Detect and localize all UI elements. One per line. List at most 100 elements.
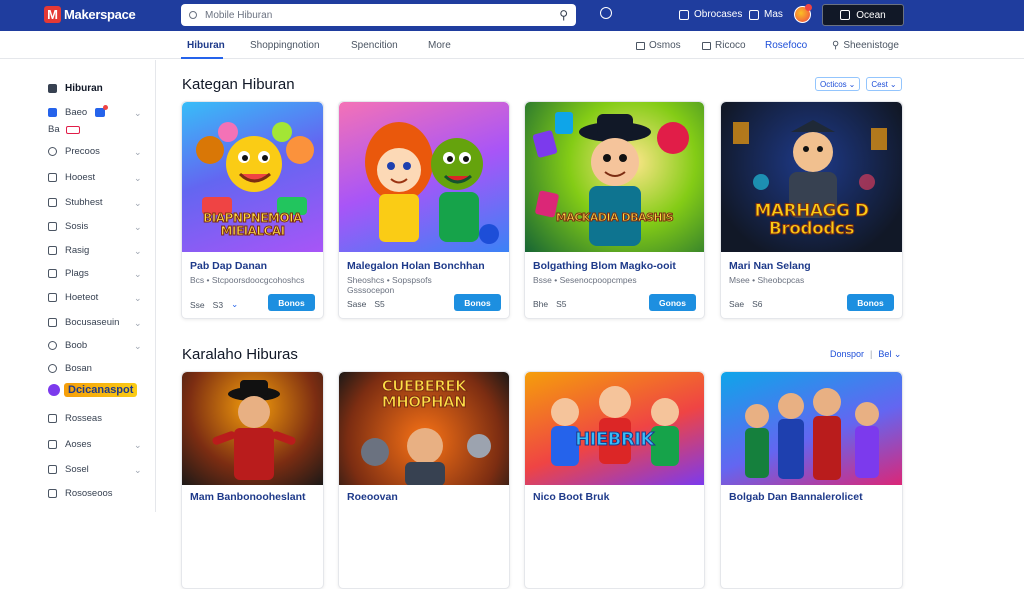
chevron-down-icon[interactable]: ⌄ — [134, 318, 142, 329]
calendar-icon — [48, 293, 57, 302]
sidebar-item-aoses[interactable]: Aoses — [48, 439, 91, 450]
sidebar-item-sosel[interactable]: Sosel — [48, 464, 89, 475]
product-card[interactable]: CUEBEREK MHOPHAN Roeoovan — [338, 371, 510, 589]
subnav-osmos[interactable]: Osmos — [636, 40, 681, 51]
subnav-rosefoco[interactable]: Rosefoco — [765, 40, 807, 51]
sidebar-item-label: Baeo — [65, 107, 88, 118]
product-thumbnail[interactable]: CUEBEREK MHOPHAN — [339, 372, 509, 485]
product-title[interactable]: Pab Dap Danan — [190, 260, 267, 272]
home-icon — [48, 84, 57, 93]
product-card[interactable]: HIEBRIK Nico Boot Bruk — [524, 371, 705, 589]
product-title[interactable]: Mari Nan Selang — [729, 260, 811, 272]
chevron-down-icon[interactable]: ⌄ — [134, 173, 142, 184]
chevron-down-icon[interactable]: ⌄ — [134, 341, 142, 352]
product-title[interactable]: Roeoovan — [347, 491, 398, 503]
app-logo[interactable]: M Makerspace — [44, 6, 136, 23]
sidebar-item-rasig[interactable]: Rasig — [48, 245, 89, 256]
subnav-rosefoco-label: Rosefoco — [765, 40, 808, 51]
subnav-sheenistoge[interactable]: ⚲ Sheenistoge — [832, 40, 899, 51]
orders-link[interactable]: Obrocases — [679, 9, 742, 20]
tab-spencition[interactable]: Spencition — [351, 40, 398, 51]
divider: | — [870, 349, 873, 359]
product-title[interactable]: Bolgab Dan Bannalerolicet — [729, 491, 863, 503]
chevron-down-icon[interactable]: ⌄ — [134, 108, 142, 119]
promo-label: Dcicanaspot — [64, 383, 138, 397]
sidebar-item-bocusaseuin[interactable]: Bocusaseuin — [48, 317, 119, 328]
chevron-down-icon[interactable]: ⌄ — [134, 222, 142, 233]
product-title[interactable]: Bolgathing Blom Magko-ooit — [533, 260, 676, 272]
sidebar-item-baeo[interactable]: Baeo — [48, 105, 109, 118]
product-thumbnail[interactable]: BIAPNPNEMOIA MIEIALCAI — [182, 102, 323, 252]
buy-button[interactable]: Bonos — [268, 294, 315, 311]
sidebar-item-label: Rososeoos — [65, 488, 113, 499]
sidebar-item-hooest[interactable]: Hooest — [48, 172, 95, 183]
chevron-down-icon[interactable]: ⌄ — [134, 198, 142, 209]
sidebar-item-label: Sosel — [65, 464, 89, 475]
search-icon[interactable]: ⚲ — [559, 8, 568, 22]
sidebar-item-hoeteot[interactable]: Hoeteot — [48, 292, 98, 303]
tab-shopping[interactable]: Shoppingnotion — [250, 40, 320, 51]
sidebar-item-rososeoos[interactable]: Rososeoos — [48, 488, 113, 499]
chevron-down-icon[interactable]: ⌄ — [134, 440, 142, 451]
sidebar-promo[interactable]: Dcicanaspot — [48, 383, 138, 397]
product-card[interactable]: MACKADIA DBASHIS Bolgathing Blom Magko-o… — [524, 101, 705, 319]
sort-button[interactable]: Octicos ⌄ — [815, 77, 861, 91]
product-price: Sse S3 ⌄ — [190, 299, 238, 310]
sidebar-item-ba[interactable]: Ba — [48, 124, 80, 135]
sidebar-item-plags[interactable]: Plags — [48, 268, 89, 279]
product-thumbnail[interactable]: MARHAGG D Brododcs — [721, 102, 902, 252]
chevron-down-icon[interactable]: ⌄ — [134, 246, 142, 257]
cart-label: Ocean — [856, 9, 886, 21]
chevron-down-icon[interactable]: ⌄ — [134, 465, 142, 476]
orders-label: Obrocases — [694, 9, 743, 20]
tab-more[interactable]: More — [428, 40, 451, 51]
notification-icon[interactable] — [600, 7, 612, 19]
sort-link[interactable]: Donspor — [830, 349, 864, 360]
buy-button[interactable]: Bonos — [847, 294, 894, 311]
sidebar-item-precoos[interactable]: Precoos — [48, 146, 100, 157]
filter-link[interactable]: Bel ⌄ — [878, 349, 901, 360]
product-thumbnail[interactable] — [182, 372, 323, 485]
product-card[interactable]: Malegalon Holan Bonchhan Sheoshcs • Sops… — [338, 101, 510, 319]
sidebar-item-bosan[interactable]: Bosan — [48, 363, 92, 374]
sidebar-item-stubhest[interactable]: Stubhest — [48, 197, 103, 208]
search-bar[interactable]: ⚲ — [181, 4, 576, 26]
sidebar-item-label: Rasig — [65, 245, 90, 256]
product-card[interactable]: Mam Banbonooheslant — [181, 371, 324, 589]
chevron-down-icon[interactable]: ⌄ — [134, 269, 142, 280]
product-thumbnail[interactable] — [721, 372, 902, 485]
sidebar-item-label: Plags — [65, 268, 89, 279]
product-price: Sae S6 — [729, 299, 763, 309]
product-thumbnail[interactable]: MACKADIA DBASHIS — [525, 102, 704, 252]
buy-button[interactable]: Gonos — [649, 294, 696, 311]
chevron-down-icon[interactable]: ⌄ — [134, 147, 142, 158]
logo-text: Makerspace — [64, 7, 136, 22]
sidebar-item-sosis[interactable]: Sosis — [48, 221, 88, 232]
product-thumbnail[interactable]: HIEBRIK — [525, 372, 704, 485]
product-card[interactable]: Bolgab Dan Bannalerolicet — [720, 371, 903, 589]
product-price: Bhe S5 — [533, 299, 567, 309]
product-meta-secondary: Gsssocepon — [347, 285, 395, 295]
product-card[interactable]: BIAPNPNEMOIA MIEIALCAI Pab Dap Danan Bcs… — [181, 101, 324, 319]
buy-button[interactable]: Bonos — [454, 294, 501, 311]
subnav-ricoco[interactable]: Ricoco — [702, 40, 746, 51]
subnav-ricoco-label: Ricoco — [715, 40, 746, 51]
search-input[interactable] — [197, 9, 560, 21]
price-value: S3 — [212, 299, 224, 310]
cart-button[interactable]: Ocean — [822, 4, 904, 26]
sidebar-item-rosseas[interactable]: Rosseas — [48, 413, 102, 424]
product-thumbnail[interactable] — [339, 102, 509, 252]
product-card[interactable]: MARHAGG D Brododcs Mari Nan Selang Msee … — [720, 101, 903, 319]
price-value: S5 — [556, 299, 567, 309]
product-title[interactable]: Nico Boot Bruk — [533, 491, 609, 503]
product-title[interactable]: Malegalon Holan Bonchhan — [347, 260, 485, 272]
thumbnail-title-art: BIAPNPNEMOIA MIEIALCAI — [203, 211, 303, 238]
product-title[interactable]: Mam Banbonooheslant — [190, 491, 306, 503]
tab-hiburan[interactable]: Hiburan — [187, 40, 225, 51]
filter-button[interactable]: Cest ⌄ — [866, 77, 902, 91]
messages-link[interactable]: Mas — [749, 9, 783, 20]
section-controls: Donspor | Bel ⌄ — [830, 349, 901, 360]
sidebar-item-label: Precoos — [65, 146, 100, 157]
sidebar-item-boob[interactable]: Boob — [48, 340, 87, 351]
chevron-down-icon[interactable]: ⌄ — [134, 293, 142, 304]
